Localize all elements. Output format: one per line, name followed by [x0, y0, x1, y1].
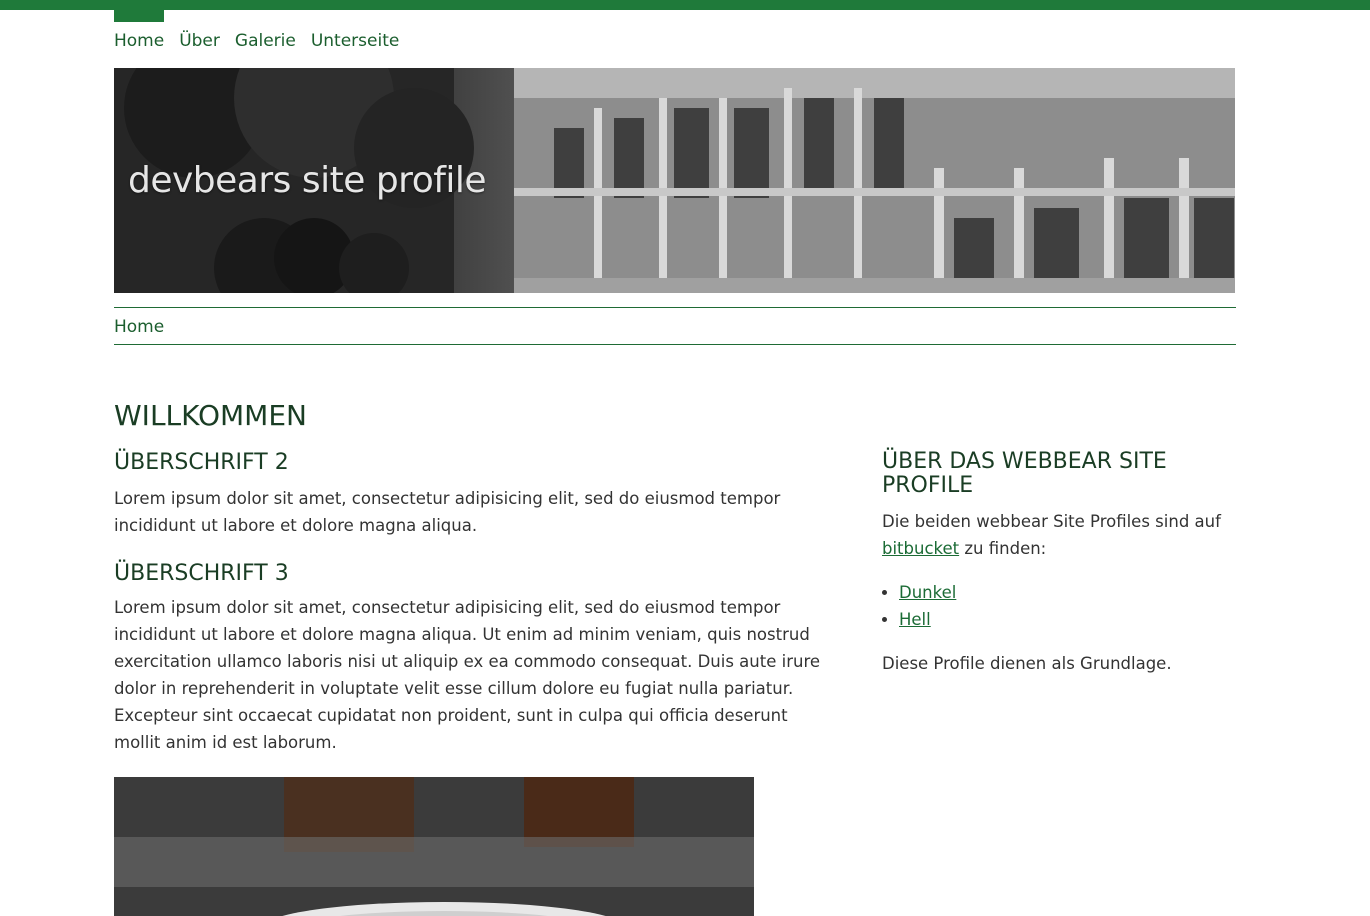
bitbucket-link[interactable]: bitbucket [882, 539, 959, 558]
sidebar-intro-suffix: zu finden: [964, 539, 1047, 558]
active-nav-marker [114, 10, 164, 22]
paragraph-1: Lorem ipsum dolor sit amet, consectetur … [114, 489, 781, 535]
breadcrumb-home-link[interactable]: Home [114, 317, 164, 337]
heading-2: ÜBERSCHRIFT 2 [114, 450, 289, 475]
nav-item-unterseite[interactable]: Unterseite [311, 31, 400, 51]
hero-banner: devbears site profile [114, 68, 1235, 293]
main-nav: Home Über Galerie Unterseite [114, 31, 399, 51]
site-title: devbears site profile [128, 160, 487, 201]
table-plate-illustration [114, 777, 754, 916]
content-image [114, 777, 754, 916]
nav-item-ueber[interactable]: Über [179, 31, 220, 51]
top-accent-bar [0, 0, 1370, 10]
breadcrumb: Home [114, 307, 1236, 345]
profile-link-dunkel[interactable]: Dunkel [899, 583, 956, 602]
list-item: Hell [899, 606, 1236, 633]
nav-item-home[interactable]: Home [114, 31, 164, 51]
profile-link-hell[interactable]: Hell [899, 610, 931, 629]
list-item: Dunkel [899, 579, 1236, 606]
sidebar-title: ÜBER DAS WEBBEAR SITE PROFILE [882, 449, 1167, 498]
main-content: ÜBERSCHRIFT 2 Lorem ipsum dolor sit amet… [114, 450, 834, 756]
nav-item-galerie[interactable]: Galerie [235, 31, 296, 51]
heading-3: ÜBERSCHRIFT 3 [114, 561, 289, 586]
sidebar-footer-text: Diese Profile dienen als Grundlage. [882, 654, 1172, 673]
sidebar: ÜBER DAS WEBBEAR SITE PROFILE Die beiden… [882, 450, 1236, 677]
profile-list: Dunkel Hell [899, 579, 1236, 633]
sidebar-intro-text: Die beiden webbear Site Profiles sind au… [882, 512, 1221, 531]
paragraph-2: Lorem ipsum dolor sit amet, consectetur … [114, 598, 821, 752]
sidebar-intro: Die beiden webbear Site Profiles sind au… [882, 508, 1236, 562]
page-title: WILLKOMMEN [114, 399, 307, 432]
